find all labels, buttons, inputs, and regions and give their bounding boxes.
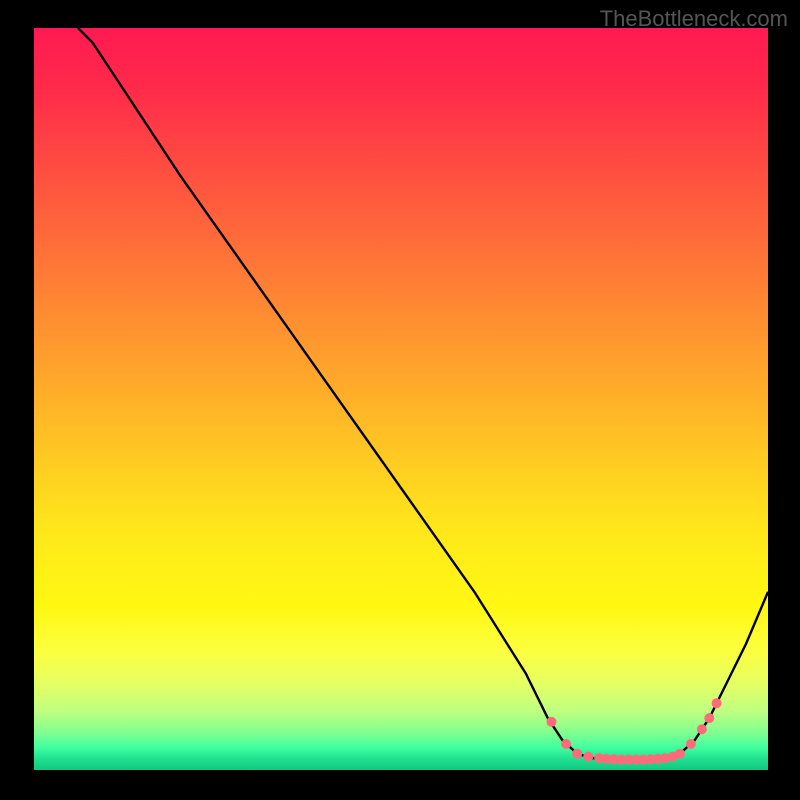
bottleneck-curve — [78, 28, 768, 760]
chart-svg — [34, 28, 768, 770]
curve-marker — [712, 698, 722, 708]
curve-marker — [704, 713, 714, 723]
curve-marker — [547, 717, 557, 727]
curve-marker — [675, 749, 685, 759]
curve-marker — [583, 752, 593, 762]
curve-marker — [697, 724, 707, 734]
curve-marker — [561, 739, 571, 749]
curve-marker — [572, 749, 582, 759]
curve-marker — [686, 739, 696, 749]
curve-markers — [547, 698, 722, 764]
watermark-text: TheBottleneck.com — [600, 6, 788, 32]
plot-area — [34, 28, 768, 770]
